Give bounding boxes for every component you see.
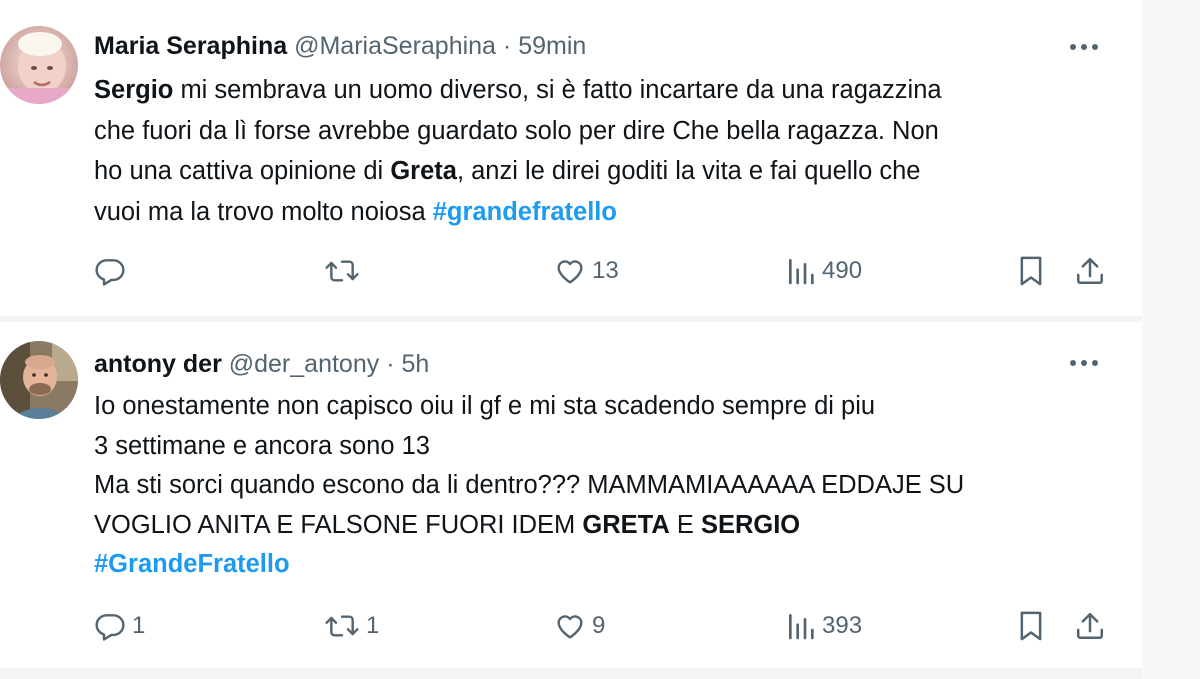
avatar[interactable] [0, 26, 78, 104]
bold-mention-text: GRETA [582, 510, 670, 539]
like-count: 9 [592, 612, 606, 639]
hashtag-link[interactable]: #grandefratello [433, 198, 617, 226]
view-count: 393 [822, 612, 863, 639]
tweet-actions: 13 490 [94, 251, 1114, 291]
tweet-text-line: VOGLIO ANITA E FALSONE FUORI IDEM GRETA … [94, 506, 1104, 546]
tweet-text-segment: Io onestamente non capisco oiu il gf e m… [94, 392, 876, 420]
tweet-text-line: che fuori da lì forse avrebbe guardato s… [94, 111, 1104, 152]
tweet-text-line: vuoi ma la trovo molto noiosa #grandefra… [94, 192, 1104, 233]
tweet-feed: Maria Seraphina @MariaSeraphina · 59min … [0, 0, 1143, 679]
tweet-text-line: 3 settimane e ancora sono 13 [94, 427, 1104, 467]
retweet-icon [325, 615, 359, 637]
views-bar-chart-icon [789, 259, 814, 285]
tweet-text-line: #GrandeFratello [94, 545, 1104, 585]
bold-mention-text: Greta [390, 157, 457, 185]
view-count: 490 [822, 257, 863, 284]
tweet-text-line: ho una cattiva opinione di Greta, anzi l… [94, 151, 1104, 192]
tweet-header: antony der @der_antony · 5h [94, 346, 429, 382]
feed-bottom-edge [0, 668, 1142, 679]
user-handle[interactable]: @der_antony [229, 350, 379, 378]
more-options-button[interactable] [1064, 348, 1104, 378]
like-count: 13 [592, 257, 619, 284]
bookmark-icon [1020, 611, 1042, 641]
heart-icon [557, 615, 583, 639]
share-upload-icon [1076, 257, 1104, 285]
separator-dot: · [386, 350, 395, 378]
tweet-header: Maria Seraphina @MariaSeraphina · 59min [94, 28, 586, 64]
tweet-text: Io onestamente non capisco oiu il gf e m… [94, 387, 1104, 585]
heart-icon [557, 260, 583, 284]
right-gutter [1142, 0, 1200, 679]
like-button[interactable]: 13 [554, 251, 619, 291]
tweet-text: Sergio mi sembrava un uomo diverso, si è… [94, 70, 1104, 232]
tweet-text-line: Io onestamente non capisco oiu il gf e m… [94, 387, 1104, 427]
views-button[interactable]: 393 [786, 606, 862, 646]
retweet-icon [325, 260, 359, 282]
reply-button[interactable]: 1 [94, 606, 145, 646]
bookmark-icon [1020, 256, 1042, 286]
timestamp[interactable]: 59min [518, 32, 586, 60]
display-name[interactable]: antony der [94, 350, 222, 378]
tweet-text-segment: vuoi ma la trovo molto noiosa [94, 197, 433, 226]
share-upload-icon [1076, 612, 1104, 640]
tweet-text-segment: Ma sti sorci quando escono da li dentro?… [94, 471, 965, 499]
tweet-text-segment: che fuori da lì forse avrebbe guardato s… [94, 116, 939, 145]
tweet-actions: 1 1 9 393 [94, 606, 1114, 646]
tweet-text-segment: ho una cattiva opinione di [94, 157, 391, 185]
tweet-text-line: Ma sti sorci quando escono da li dentro?… [94, 466, 1104, 506]
tweet-maria-seraphina[interactable]: Maria Seraphina @MariaSeraphina · 59min … [0, 0, 1142, 319]
tweet-text-segment: mi sembrava un uomo diverso, si è fatto … [173, 76, 942, 104]
views-bar-chart-icon [789, 614, 814, 640]
more-horizontal-icon [1070, 44, 1098, 50]
tweet-text-segment: , anzi le direi goditi la vita e fai que… [456, 157, 921, 185]
retweet-count: 1 [366, 612, 380, 639]
more-options-button[interactable] [1064, 32, 1104, 62]
reply-bubble-icon [95, 614, 125, 641]
reply-button[interactable] [94, 251, 132, 291]
display-name[interactable]: Maria Seraphina [94, 32, 287, 60]
hashtag-link[interactable]: #GrandeFratello [94, 550, 290, 578]
retweet-button[interactable]: 1 [324, 606, 379, 646]
bookmark-button[interactable] [1016, 251, 1046, 291]
tweet-text-segment: 3 settimane e ancora sono 13 [94, 431, 430, 460]
like-button[interactable]: 9 [554, 606, 605, 646]
separator-dot: · [502, 32, 512, 60]
views-button[interactable]: 490 [786, 251, 862, 291]
bold-mention-text: SERGIO [700, 510, 801, 539]
user-handle[interactable]: @MariaSeraphina [294, 32, 496, 60]
tweet-text-segment: VOGLIO ANITA E FALSONE FUORI IDEM [94, 510, 583, 539]
avatar[interactable] [0, 341, 78, 419]
timestamp[interactable]: 5h [401, 350, 429, 378]
bold-mention-text: Sergio [94, 76, 174, 104]
tweet-text-segment: E [669, 510, 701, 539]
retweet-button[interactable] [324, 251, 366, 291]
share-button[interactable] [1074, 606, 1106, 646]
more-horizontal-icon [1070, 360, 1098, 366]
share-button[interactable] [1074, 251, 1106, 291]
tweet-antony-der[interactable]: antony der @der_antony · 5h Io onestamen… [0, 320, 1142, 669]
reply-count: 1 [132, 612, 146, 639]
reply-bubble-icon [95, 259, 125, 286]
tweet-text-line: Sergio mi sembrava un uomo diverso, si è… [94, 70, 1104, 111]
bookmark-button[interactable] [1016, 606, 1046, 646]
